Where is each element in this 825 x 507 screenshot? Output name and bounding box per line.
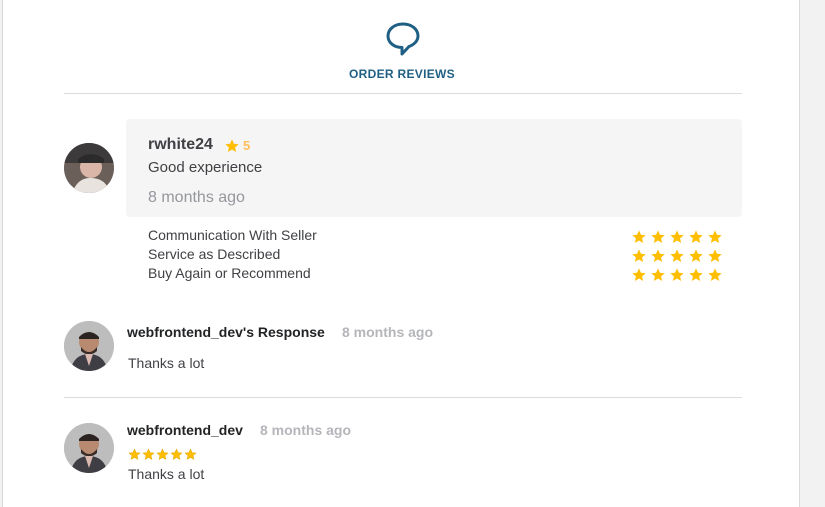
divider xyxy=(64,397,742,398)
star-icon xyxy=(708,268,722,281)
divider xyxy=(64,93,742,94)
star-icon xyxy=(651,268,665,281)
response-author[interactable]: webfrontend_dev's Response xyxy=(127,324,325,340)
avatar[interactable] xyxy=(64,321,114,371)
seller-username[interactable]: webfrontend_dev xyxy=(127,422,243,438)
criteria-label: Communication With Seller xyxy=(148,227,317,243)
star-icon xyxy=(632,249,646,262)
star-icon xyxy=(689,249,703,262)
review-time: 8 months ago xyxy=(148,189,245,206)
criteria-stars xyxy=(631,248,723,264)
star-icon xyxy=(670,268,684,281)
star-icon xyxy=(708,230,722,243)
avatar[interactable] xyxy=(64,143,114,193)
reviewer-username[interactable]: rwhite24 xyxy=(148,136,213,154)
criteria-label: Service as Described xyxy=(148,246,281,262)
seller-review-time: 8 months ago xyxy=(260,422,352,438)
seller-rating-stars xyxy=(128,448,197,461)
rating-value: 5 xyxy=(243,138,251,153)
star-icon xyxy=(225,139,239,152)
star-icon xyxy=(184,448,197,460)
star-icon xyxy=(156,448,169,460)
review-card: rwhite24 5 Good experience 8 months ago xyxy=(126,119,742,217)
avatar[interactable] xyxy=(64,423,114,473)
review-text: Good experience xyxy=(148,159,263,176)
star-icon xyxy=(170,448,183,460)
star-icon xyxy=(128,448,141,460)
criteria-stars xyxy=(631,267,723,283)
response-text: Thanks a lot xyxy=(128,355,205,371)
star-icon xyxy=(632,268,646,281)
star-icon xyxy=(651,249,665,262)
response-time: 8 months ago xyxy=(342,324,434,340)
star-icon xyxy=(632,230,646,243)
star-icon xyxy=(142,448,155,460)
section-title: ORDER REVIEWS xyxy=(349,67,455,81)
criteria-label: Buy Again or Recommend xyxy=(148,265,311,281)
star-icon xyxy=(651,230,665,243)
star-icon xyxy=(670,249,684,262)
order-reviews-panel: ORDER REVIEWS rwhite24 5 Good experience… xyxy=(2,0,800,507)
speech-bubble-icon xyxy=(386,22,420,56)
seller-review-text: Thanks a lot xyxy=(128,466,205,482)
criteria-stars xyxy=(631,229,723,245)
star-icon xyxy=(689,268,703,281)
star-icon xyxy=(670,230,684,243)
star-icon xyxy=(689,230,703,243)
star-icon xyxy=(708,249,722,262)
